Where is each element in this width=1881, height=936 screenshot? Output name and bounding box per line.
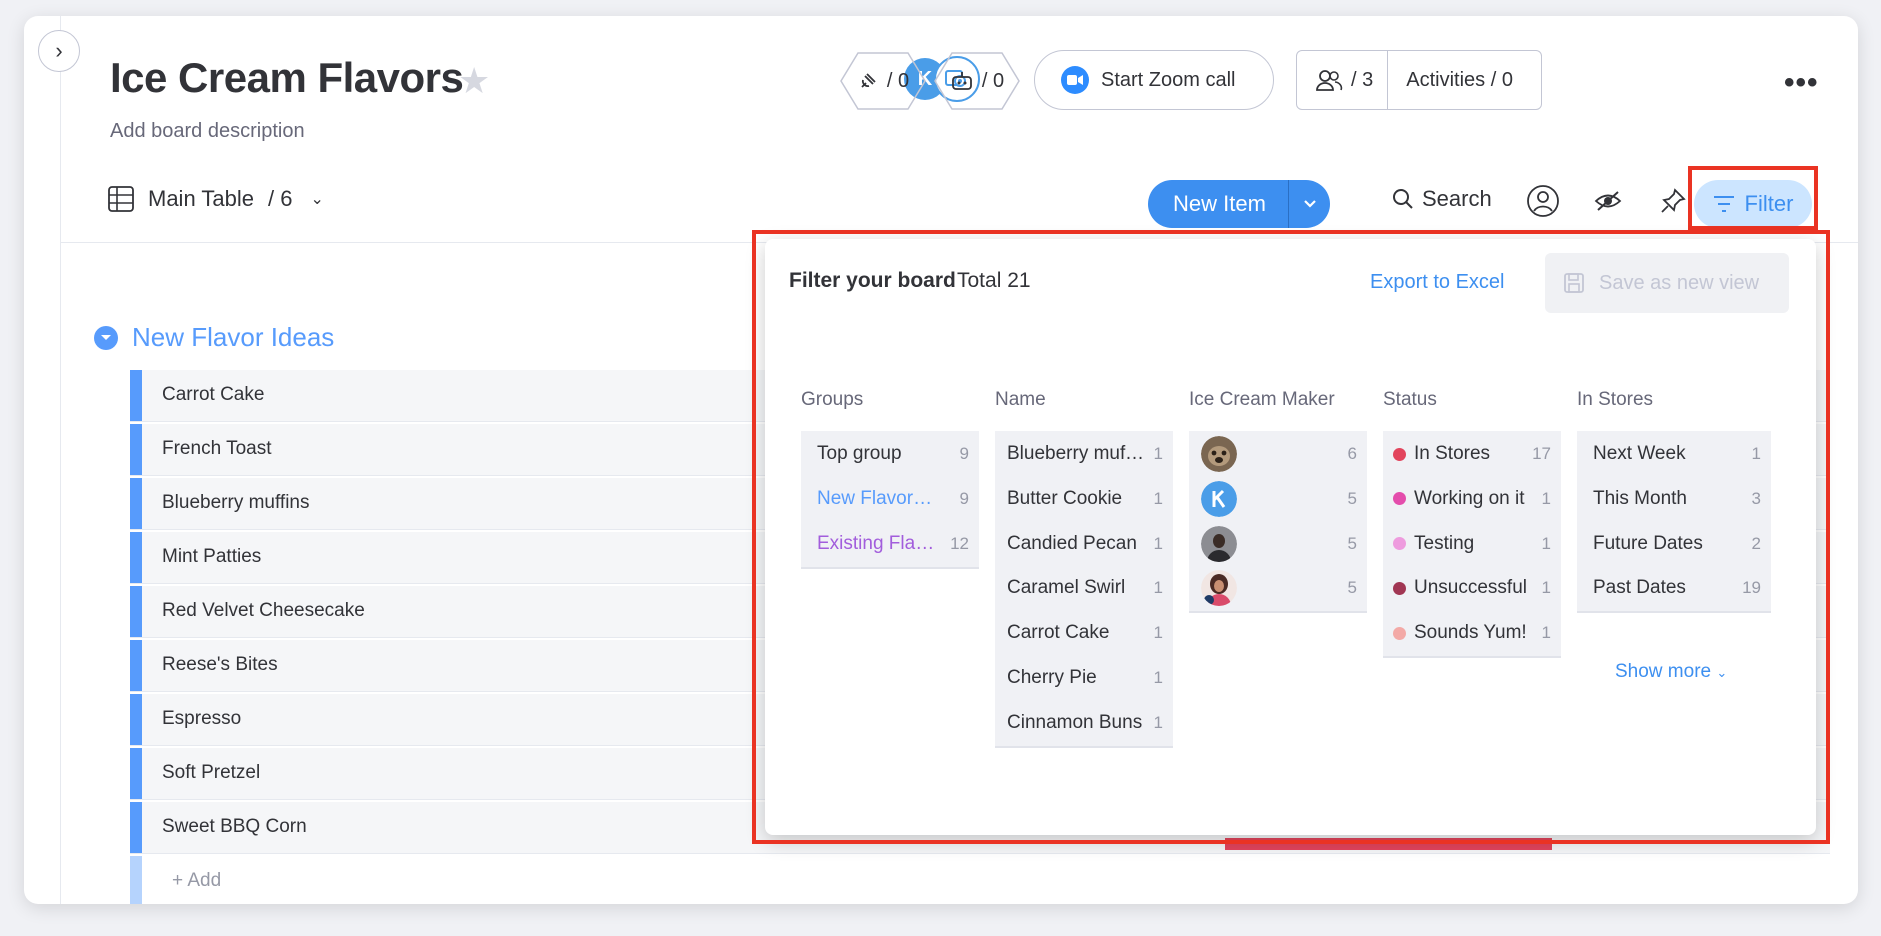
chevron-down-icon <box>1303 200 1316 208</box>
person-filter-button[interactable] <box>1526 184 1560 218</box>
search-icon <box>1393 189 1413 209</box>
item-name[interactable]: Soft Pretzel <box>162 762 260 784</box>
activities-label: Activities / 0 <box>1406 68 1513 91</box>
members-button[interactable]: / 3 <box>1297 68 1387 92</box>
chevron-down-icon: ⌄ <box>310 191 324 208</box>
chevron-right-icon: › <box>55 38 63 63</box>
search-label: Search <box>1422 186 1492 211</box>
zoom-label: Start Zoom call <box>1101 68 1236 91</box>
table-icon <box>108 186 134 212</box>
robot-icon <box>951 72 972 90</box>
item-name[interactable]: Sweet BBQ Corn <box>162 816 307 838</box>
group-header[interactable]: New Flavor Ideas <box>94 322 334 353</box>
group-name: New Flavor Ideas <box>132 322 335 352</box>
new-item-button[interactable]: New Item <box>1148 180 1330 228</box>
item-name[interactable]: Mint Patties <box>162 546 261 568</box>
item-name[interactable]: Carrot Cake <box>162 384 264 406</box>
plug-icon <box>861 73 876 88</box>
activities-button[interactable]: Activities / 0 <box>1388 69 1531 92</box>
zoom-camera-icon <box>1061 66 1089 94</box>
view-selector[interactable]: Main Table / 6 ⌄ <box>108 186 324 212</box>
collapse-group-icon[interactable] <box>94 325 118 350</box>
automations-count: / 0 <box>981 69 1005 92</box>
item-name[interactable]: Red Velvet Cheesecake <box>162 600 365 622</box>
pin-button[interactable] <box>1660 188 1686 214</box>
item-name[interactable]: Blueberry muffins <box>162 492 310 514</box>
search-button[interactable]: Search <box>1392 186 1492 212</box>
more-options-button[interactable]: ••• <box>1784 66 1819 100</box>
integrations-count: / 0 <box>886 69 910 92</box>
board-title[interactable]: Ice Cream Flavors <box>110 54 464 102</box>
view-name: Main Table <box>148 186 254 211</box>
new-item-label: New Item <box>1173 191 1266 216</box>
hide-columns-button[interactable] <box>1594 190 1622 212</box>
members-activities-box: / 3 Activities / 0 <box>1296 50 1542 110</box>
item-name[interactable]: Espresso <box>162 708 241 730</box>
start-zoom-call-button[interactable]: Start Zoom call <box>1034 50 1274 110</box>
expand-sidebar-button[interactable]: › <box>38 30 80 72</box>
integrations-button[interactable]: / 0 <box>840 52 926 110</box>
person-icon <box>1527 185 1559 217</box>
pin-icon <box>1661 188 1686 213</box>
members-icon <box>1316 70 1343 91</box>
highlight-box <box>752 230 1830 844</box>
automations-button[interactable]: / 0 <box>934 52 1020 110</box>
item-name[interactable]: French Toast <box>162 438 271 460</box>
add-item-label: + Add <box>172 870 222 891</box>
new-item-dropdown-button[interactable] <box>1289 199 1330 209</box>
view-count: / 6 <box>268 186 293 211</box>
eye-slash-icon <box>1594 191 1622 211</box>
favorite-star-icon[interactable]: ★ <box>458 60 490 102</box>
board-description[interactable]: Add board description <box>110 120 305 143</box>
board-window: › Ice Cream Flavors ★ Add board descript… <box>24 16 1858 904</box>
item-name[interactable]: Reese's Bites <box>162 654 278 676</box>
highlight-box <box>1688 166 1818 230</box>
members-count: / 3 <box>1351 68 1374 91</box>
sidebar-divider <box>60 16 61 904</box>
add-item-row[interactable]: + Add <box>130 856 1830 904</box>
